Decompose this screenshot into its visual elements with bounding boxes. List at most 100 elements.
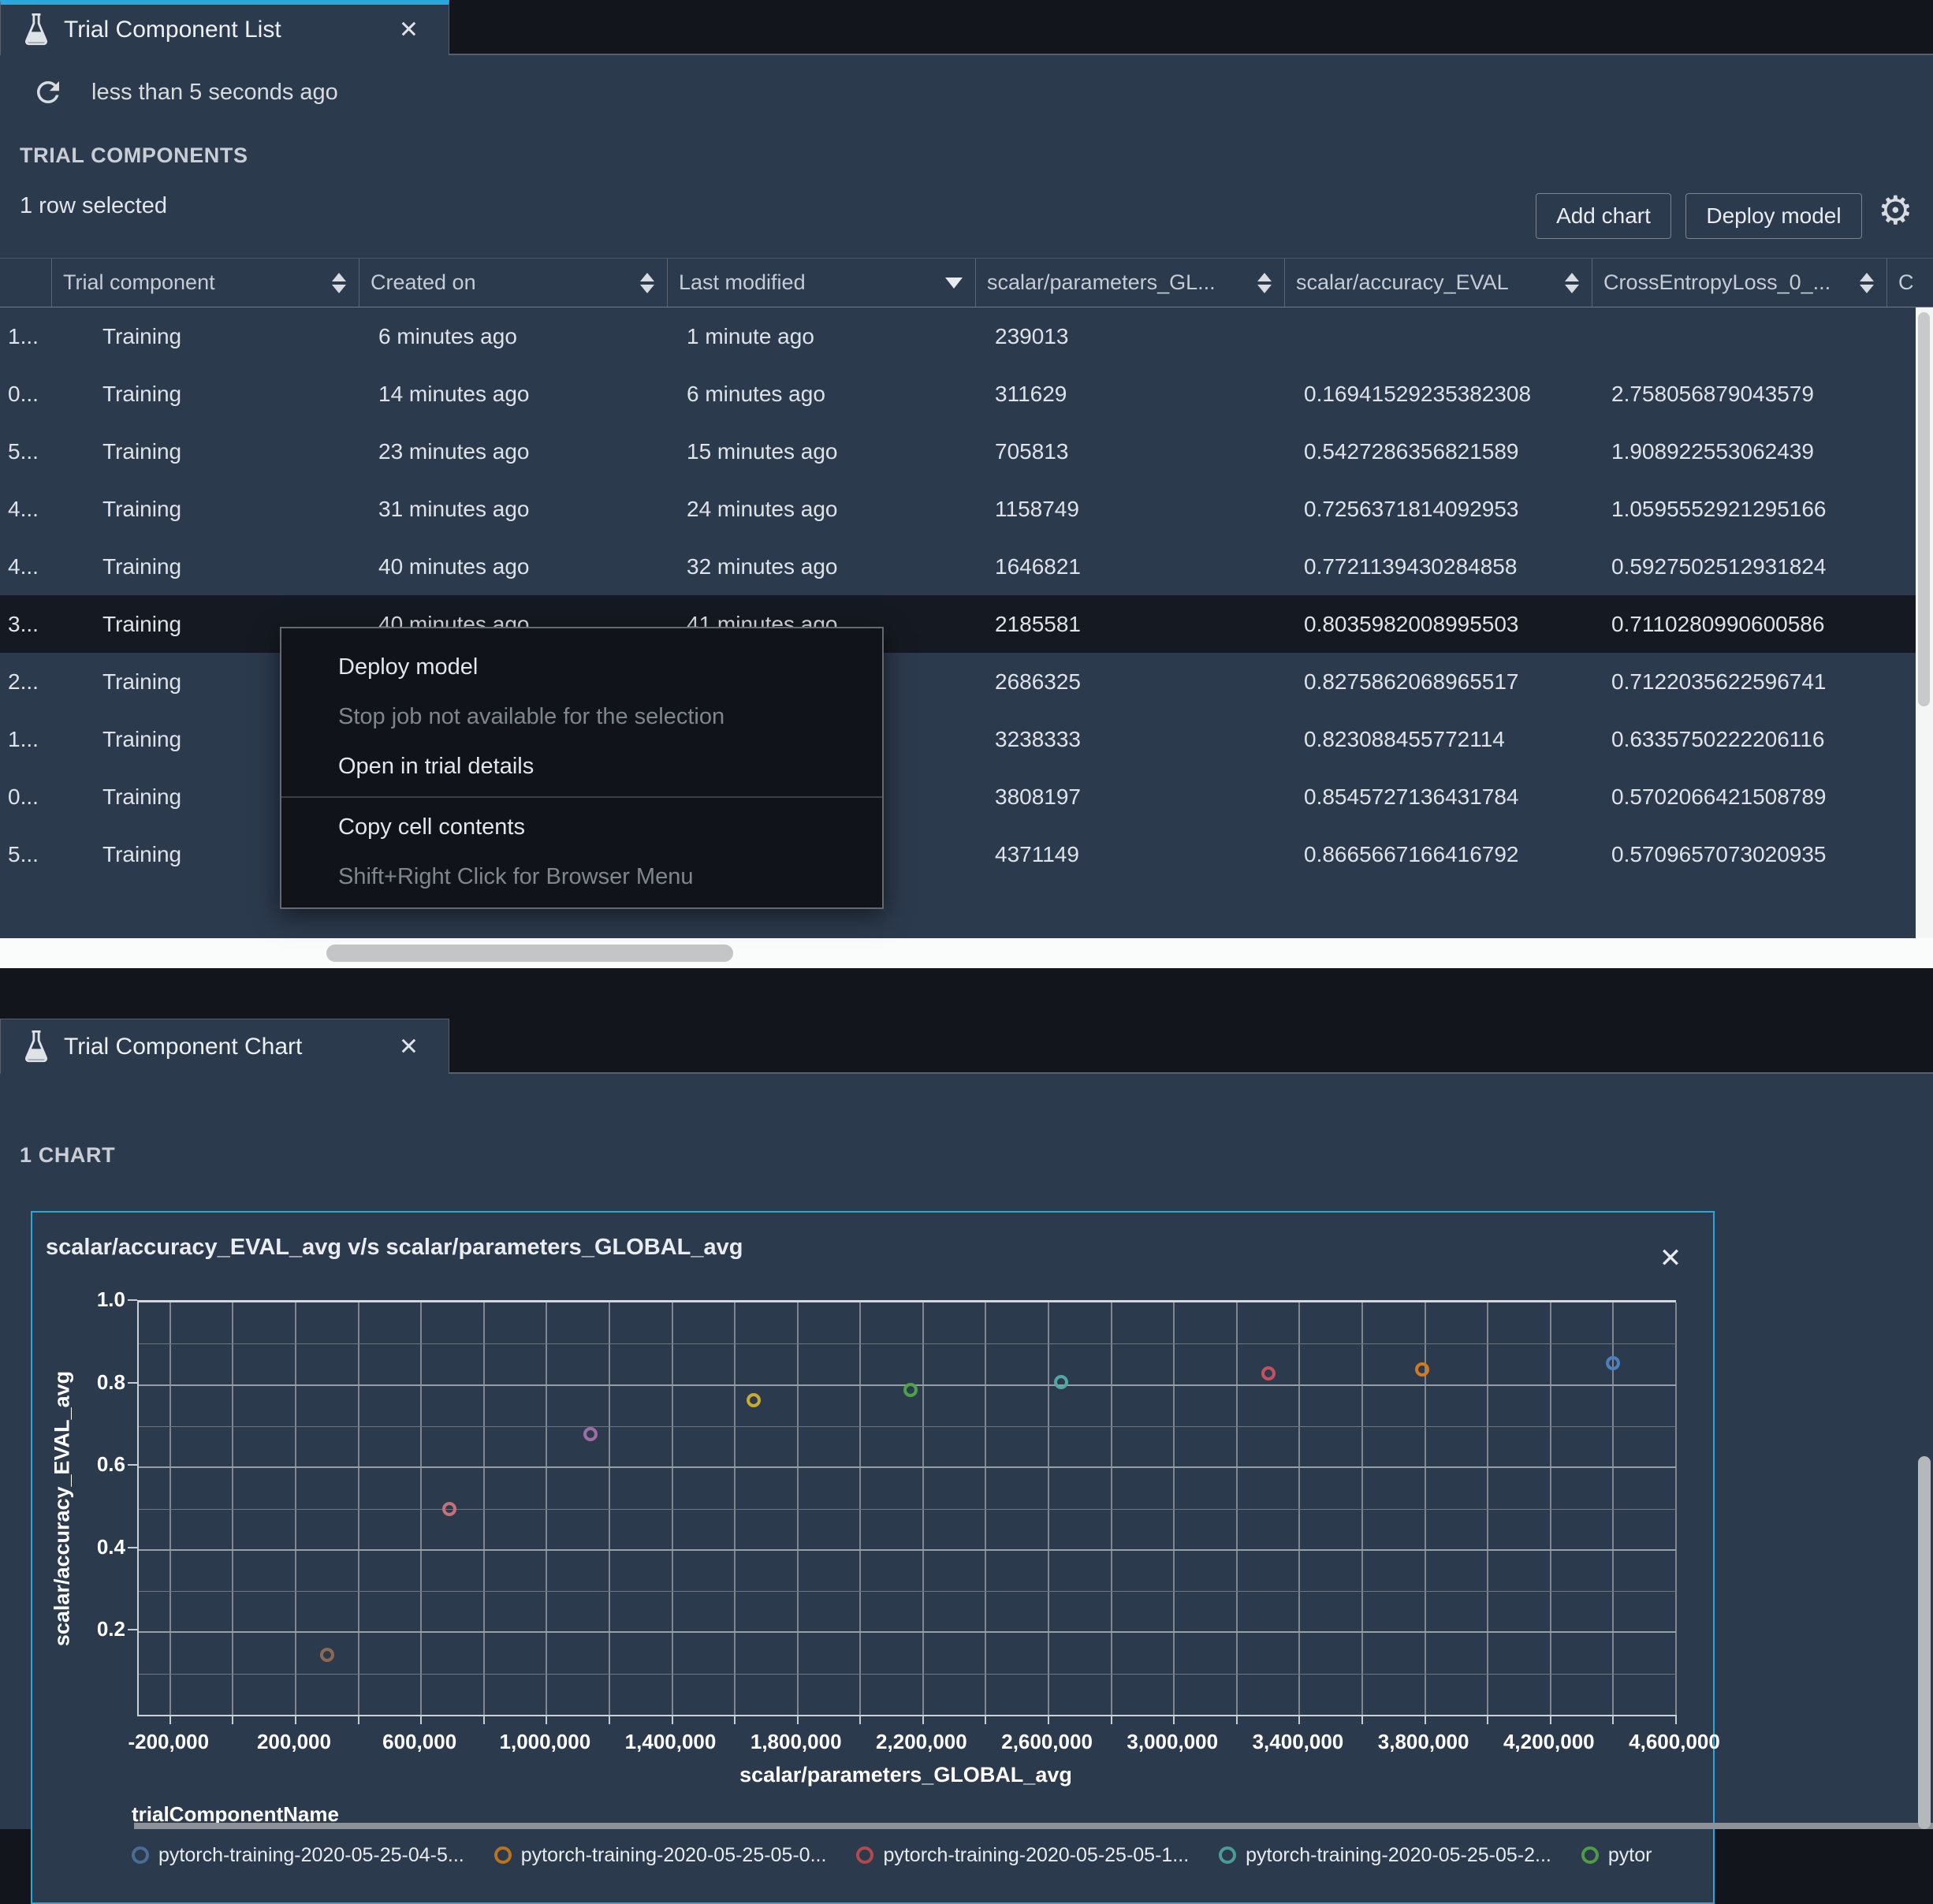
tab-title: Trial Component List <box>64 17 281 43</box>
table-cell: 239013 <box>995 323 1069 348</box>
sort-icon[interactable] <box>332 272 346 293</box>
page-scrollbar-thumb[interactable] <box>1918 1456 1931 1829</box>
axis-tick <box>1675 1715 1677 1724</box>
table-cell <box>1592 307 1887 365</box>
table-row[interactable]: 0... Training 14 minutes ago 6 minutes ago 3… <box>0 365 1933 423</box>
table-cell: Training <box>102 381 182 406</box>
data-point[interactable] <box>903 1383 918 1398</box>
data-point[interactable] <box>319 1648 334 1663</box>
data-point[interactable] <box>1054 1374 1068 1389</box>
trial-component-chart-panel: Trial Component Chart ✕ 1 CHART scalar/a… <box>0 968 1933 1904</box>
deploy-model-button[interactable]: Deploy model <box>1685 193 1862 239</box>
table-cell: 4371149 <box>995 841 1079 866</box>
bottom-scrollbar-track <box>134 1823 1933 1829</box>
legend-item[interactable]: pytorch-training-2020-05-25-05-2... <box>1219 1844 1551 1867</box>
sort-icon[interactable] <box>1860 272 1874 293</box>
column-label: CrossEntropyLoss_0_... <box>1603 270 1831 294</box>
axis-tick <box>1235 1715 1238 1724</box>
table-cell: 0.8665667166416792 <box>1304 841 1519 866</box>
menu-item-deploy-model[interactable]: Deploy model <box>281 643 882 692</box>
table-cell: Training <box>102 323 182 348</box>
table-cell: 705813 <box>995 438 1069 464</box>
table-cell: 5... <box>8 841 39 866</box>
axis-tick <box>128 1381 137 1384</box>
axis-tick <box>128 1629 137 1631</box>
column-label: scalar/parameters_GL... <box>987 270 1216 294</box>
table-cell: 40 minutes ago <box>378 553 530 579</box>
y-axis-title: scalar/accuracy_EVAL_avg <box>50 1370 74 1647</box>
sort-icon[interactable] <box>1565 272 1579 293</box>
data-point[interactable] <box>747 1393 761 1408</box>
table-cell: 4... <box>8 496 39 521</box>
bottom-tab-bar: Trial Component Chart ✕ <box>0 1019 1933 1074</box>
table-cell: Training <box>102 553 182 579</box>
data-point[interactable] <box>1414 1362 1429 1377</box>
sort-desc-icon[interactable] <box>945 277 963 289</box>
table-cell: 4... <box>8 553 39 579</box>
legend-item[interactable]: pytorch-training-2020-05-25-04-5... <box>132 1844 464 1867</box>
x-tick-label: 1,000,000 <box>499 1730 591 1753</box>
legend-item[interactable]: pytorch-training-2020-05-25-05-1... <box>856 1844 1189 1867</box>
table-cell: Training <box>102 496 182 521</box>
table-cell: 1158749 <box>995 496 1079 521</box>
scrollbar-thumb[interactable] <box>326 945 733 962</box>
table-vertical-scrollbar[interactable] <box>1916 307 1933 938</box>
table-cell: 0... <box>8 784 39 809</box>
close-icon[interactable]: ✕ <box>1653 1243 1688 1274</box>
scrollbar-thumb[interactable] <box>1918 312 1930 706</box>
gear-icon[interactable]: ⚙ <box>1878 188 1913 233</box>
axis-tick <box>1361 1715 1364 1724</box>
data-point[interactable] <box>1261 1366 1276 1381</box>
table-row[interactable]: 5... Training 23 minutes ago 15 minutes ago… <box>0 423 1933 480</box>
selection-status: 1 row selected <box>20 193 167 218</box>
data-point[interactable] <box>583 1427 598 1442</box>
gridline <box>139 1425 1676 1427</box>
column-label: C <box>1898 270 1914 294</box>
sort-icon[interactable] <box>640 272 654 293</box>
table-cell: 0.8275862068965517 <box>1304 669 1519 694</box>
column-header-created-on[interactable]: Created on <box>359 259 668 307</box>
table-cell: Training <box>102 438 182 464</box>
x-tick-label: 4,200,000 <box>1503 1730 1595 1753</box>
x-tick-label: -200,000 <box>128 1730 210 1753</box>
table-cell: 0.823088455772114 <box>1304 726 1505 751</box>
column-header-scalar-parameters-gl[interactable]: scalar/parameters_GL... <box>976 259 1285 307</box>
column-header-c: C <box>1887 259 1933 307</box>
legend-item[interactable]: pytor <box>1581 1844 1652 1867</box>
table-cell: 1646821 <box>995 553 1082 579</box>
refresh-icon[interactable] <box>32 76 65 109</box>
table-cell: 0.7122035622596741 <box>1611 669 1827 694</box>
legend-item[interactable]: pytorch-training-2020-05-25-05-0... <box>493 1844 826 1867</box>
axis-tick <box>796 1715 799 1724</box>
data-point[interactable] <box>441 1501 456 1516</box>
table-cell: 0.5709657073020935 <box>1611 841 1827 866</box>
table-horizontal-scrollbar[interactable] <box>0 938 1933 968</box>
tab-trial-component-chart[interactable]: Trial Component Chart ✕ <box>0 1019 449 1074</box>
menu-item-copy-cell-contents[interactable]: Copy cell contents <box>281 803 882 852</box>
close-icon[interactable]: ✕ <box>399 17 419 44</box>
table-row[interactable]: 4... Training 40 minutes ago 32 minutes ago… <box>0 538 1933 595</box>
tab-trial-component-list[interactable]: Trial Component List ✕ <box>0 0 449 55</box>
table-row[interactable]: 4... Training 31 minutes ago 24 minutes ago… <box>0 480 1933 538</box>
table-cell: 2... <box>8 669 39 694</box>
column-header-last-modified[interactable]: Last modified <box>668 259 976 307</box>
legend-ring-icon <box>1581 1846 1599 1864</box>
column-header-scalar-accuracy-eval[interactable]: scalar/accuracy_EVAL <box>1285 259 1592 307</box>
x-tick-label: 4,600,000 <box>1629 1730 1720 1753</box>
menu-item-open-in-trial-details[interactable]: Open in trial details <box>281 742 882 792</box>
legend-ring-icon <box>493 1846 512 1864</box>
table-cell: 31 minutes ago <box>378 496 530 521</box>
data-point[interactable] <box>1606 1356 1621 1371</box>
menu-divider <box>281 796 882 798</box>
table-cell: 5... <box>8 438 39 464</box>
add-chart-button[interactable]: Add chart <box>1536 193 1671 239</box>
column-header-crossentropyloss-0[interactable]: CrossEntropyLoss_0_... <box>1592 259 1887 307</box>
legend: pytorch-training-2020-05-25-04-5... pytor… <box>132 1837 1711 1873</box>
column-header-trial-component[interactable]: Trial component <box>52 259 359 307</box>
legend-ring-icon <box>132 1846 149 1864</box>
table-row[interactable]: 1... Training 6 minutes ago 1 minute ago 239… <box>0 307 1933 365</box>
axis-tick <box>985 1715 987 1724</box>
legend-label: pytorch-training-2020-05-25-04-5... <box>158 1843 464 1866</box>
close-icon[interactable]: ✕ <box>399 1033 419 1060</box>
sort-icon[interactable] <box>1257 272 1272 293</box>
